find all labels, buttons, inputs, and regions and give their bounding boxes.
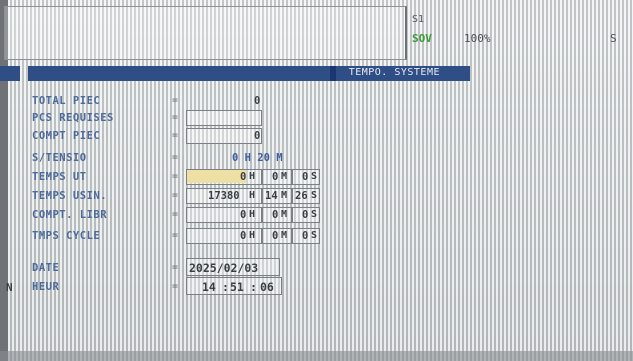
date-value: 2025/02/03 (189, 261, 259, 275)
hours-unit: H (249, 190, 256, 201)
title-accent (330, 66, 336, 81)
equals-sign: = (172, 152, 179, 163)
temps-ut-seconds: 0 (302, 171, 309, 183)
equals-sign: = (172, 112, 179, 123)
tmps-cycle-hours: 0 (240, 230, 247, 242)
equals-sign: = (172, 130, 179, 141)
compt-piec-label: COMPT PIEC (32, 130, 101, 142)
equals-sign: = (172, 95, 179, 106)
temps-usin-minutes: 14 (265, 190, 278, 202)
time-separator: : (250, 280, 257, 294)
time-separator: : (222, 280, 229, 294)
total-piec-value: 0 (254, 95, 261, 107)
minutes-unit: M (281, 230, 288, 241)
compt-piec-field[interactable] (186, 128, 262, 144)
minutes-unit: M (281, 190, 288, 201)
monitor-bottom-edge (0, 351, 633, 361)
status-right-marker: S (610, 32, 617, 45)
minutes-unit: M (281, 209, 288, 220)
top-panel (4, 6, 407, 60)
hours-unit: H (249, 171, 256, 182)
heure-minutes: 51 (230, 280, 244, 294)
seconds-unit: S (311, 230, 318, 241)
temps-ut-minutes: 0 (272, 171, 279, 183)
spindle-status: S1 SOV 100% S (412, 14, 627, 54)
heure-hours: 14 (202, 280, 216, 294)
title-bar-left-segment (0, 66, 20, 81)
tmps-cycle-label: TMPS CYCLE (32, 230, 101, 242)
minutes-unit: M (281, 171, 288, 182)
date-label: DATE (32, 262, 60, 274)
heure-seconds: 06 (260, 280, 274, 294)
temps-usin-label: TEMPS USIN. (32, 190, 108, 202)
seconds-unit: S (311, 171, 318, 182)
equals-sign: = (172, 190, 179, 201)
total-piec-label: TOTAL PIEC (32, 95, 101, 107)
hours-unit: H (249, 209, 256, 220)
compt-libr-hours: 0 (240, 209, 247, 221)
spindle-label: S1 (412, 14, 425, 25)
title-bar: TEMPO. SYSTEME (28, 66, 470, 81)
equals-sign: = (172, 281, 179, 292)
equals-sign: = (172, 230, 179, 241)
temps-ut-label: TEMPS UT (32, 171, 87, 183)
page-title: TEMPO. SYSTEME (348, 67, 440, 78)
s-tensio-value: 0 H 20 M (232, 152, 283, 164)
equals-sign: = (172, 262, 179, 273)
hours-unit: H (249, 230, 256, 241)
spindle-value: SOV (412, 32, 432, 45)
compt-libr-minutes: 0 (272, 209, 279, 221)
equals-sign: = (172, 209, 179, 220)
seconds-unit: S (311, 209, 318, 220)
compt-piec-value: 0 (254, 130, 261, 142)
equals-sign: = (172, 171, 179, 182)
tmps-cycle-minutes: 0 (272, 230, 279, 242)
pcs-requises-label: PCS REQUISES (32, 112, 114, 124)
seconds-unit: S (311, 190, 318, 201)
compt-libr-seconds: 0 (302, 209, 309, 221)
temps-usin-hours: 17380 (208, 190, 240, 202)
temps-ut-hours: 0 (240, 171, 247, 183)
heur-label: HEUR (32, 281, 60, 293)
override-percent: 100% (464, 32, 491, 45)
compt-libr-label: COMPT. LIBR (32, 209, 108, 221)
temps-usin-seconds: 26 (295, 190, 308, 202)
tmps-cycle-seconds: 0 (302, 230, 309, 242)
s-tensio-label: S/TENSIO (32, 152, 87, 164)
pcs-requises-field[interactable] (186, 110, 262, 126)
mode-indicator: N (6, 281, 13, 294)
cnc-screen: S1 SOV 100% S TEMPO. SYSTEME TOTAL PIEC … (0, 0, 633, 361)
